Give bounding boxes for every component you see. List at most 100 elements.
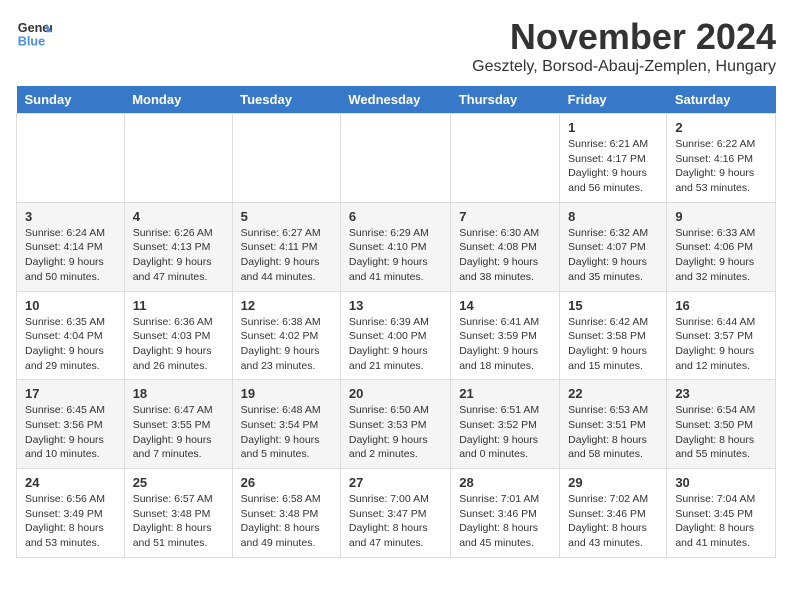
day-info: Sunrise: 6:26 AM Sunset: 4:13 PM Dayligh… [133, 226, 224, 285]
calendar-cell: 6 Sunrise: 6:29 AM Sunset: 4:10 PM Daylig… [340, 202, 450, 291]
calendar-cell: 14 Sunrise: 6:41 AM Sunset: 3:59 PM Dayli… [451, 291, 560, 380]
calendar-cell: 21 Sunrise: 6:51 AM Sunset: 3:52 PM Dayli… [451, 380, 560, 469]
day-number: 30 [675, 475, 767, 490]
day-info: Sunrise: 6:50 AM Sunset: 3:53 PM Dayligh… [349, 403, 442, 462]
day-number: 21 [459, 386, 551, 401]
day-info: Sunrise: 6:42 AM Sunset: 3:58 PM Dayligh… [568, 315, 658, 374]
day-info: Sunrise: 7:04 AM Sunset: 3:45 PM Dayligh… [675, 492, 767, 551]
calendar-cell: 23 Sunrise: 6:54 AM Sunset: 3:50 PM Dayli… [667, 380, 776, 469]
calendar-cell: 8Sunrise: 6:32 AM Sunset: 4:07 PM Daylig… [560, 202, 667, 291]
day-number: 9 [675, 209, 767, 224]
day-info: Sunrise: 7:02 AM Sunset: 3:46 PM Dayligh… [568, 492, 658, 551]
logo: General Blue [16, 16, 52, 52]
calendar-cell [232, 114, 340, 203]
calendar-cell: 27Sunrise: 7:00 AM Sunset: 3:47 PM Dayli… [340, 469, 450, 558]
calendar-cell: 30 Sunrise: 7:04 AM Sunset: 3:45 PM Dayli… [667, 469, 776, 558]
month-title: November 2024 [472, 16, 776, 58]
day-info: Sunrise: 7:00 AM Sunset: 3:47 PM Dayligh… [349, 492, 442, 551]
day-number: 23 [675, 386, 767, 401]
day-info: Sunrise: 6:30 AM Sunset: 4:08 PM Dayligh… [459, 226, 551, 285]
calendar-cell [17, 114, 125, 203]
day-info: Sunrise: 6:41 AM Sunset: 3:59 PM Dayligh… [459, 315, 551, 374]
calendar-cell: 12Sunrise: 6:38 AM Sunset: 4:02 PM Dayli… [232, 291, 340, 380]
calendar-cell: 20Sunrise: 6:50 AM Sunset: 3:53 PM Dayli… [340, 380, 450, 469]
day-number: 22 [568, 386, 658, 401]
day-of-week-header: Monday [124, 86, 232, 114]
day-info: Sunrise: 6:58 AM Sunset: 3:48 PM Dayligh… [241, 492, 332, 551]
day-number: 6 [349, 209, 442, 224]
day-info: Sunrise: 6:47 AM Sunset: 3:55 PM Dayligh… [133, 403, 224, 462]
calendar-cell: 13 Sunrise: 6:39 AM Sunset: 4:00 PM Dayli… [340, 291, 450, 380]
calendar-week-row: 17 Sunrise: 6:45 AM Sunset: 3:56 PM Dayli… [17, 380, 776, 469]
day-of-week-header: Friday [560, 86, 667, 114]
calendar-cell [124, 114, 232, 203]
day-number: 14 [459, 298, 551, 313]
calendar-cell: 2 Sunrise: 6:22 AM Sunset: 4:16 PM Daylig… [667, 114, 776, 203]
day-number: 29 [568, 475, 658, 490]
day-number: 4 [133, 209, 224, 224]
calendar-cell: 4 Sunrise: 6:26 AM Sunset: 4:13 PM Daylig… [124, 202, 232, 291]
day-number: 19 [241, 386, 332, 401]
day-info: Sunrise: 6:45 AM Sunset: 3:56 PM Dayligh… [25, 403, 116, 462]
calendar-cell: 15 Sunrise: 6:42 AM Sunset: 3:58 PM Dayli… [560, 291, 667, 380]
day-info: Sunrise: 6:39 AM Sunset: 4:00 PM Dayligh… [349, 315, 442, 374]
day-number: 7 [459, 209, 551, 224]
day-number: 5 [241, 209, 332, 224]
day-of-week-header: Thursday [451, 86, 560, 114]
day-info: Sunrise: 6:57 AM Sunset: 3:48 PM Dayligh… [133, 492, 224, 551]
day-number: 10 [25, 298, 116, 313]
calendar-cell: 18 Sunrise: 6:47 AM Sunset: 3:55 PM Dayli… [124, 380, 232, 469]
day-number: 8 [568, 209, 658, 224]
calendar-cell: 1 Sunrise: 6:21 AM Sunset: 4:17 PM Daylig… [560, 114, 667, 203]
calendar-cell: 11 Sunrise: 6:36 AM Sunset: 4:03 PM Dayli… [124, 291, 232, 380]
day-number: 3 [25, 209, 116, 224]
day-of-week-header: Saturday [667, 86, 776, 114]
location-subtitle: Gesztely, Borsod-Abauj-Zemplen, Hungary [472, 58, 776, 76]
day-number: 26 [241, 475, 332, 490]
day-number: 11 [133, 298, 224, 313]
day-of-week-header: Sunday [17, 86, 125, 114]
calendar-week-row: 3Sunrise: 6:24 AM Sunset: 4:14 PM Daylig… [17, 202, 776, 291]
day-number: 15 [568, 298, 658, 313]
calendar-cell: 19Sunrise: 6:48 AM Sunset: 3:54 PM Dayli… [232, 380, 340, 469]
day-number: 1 [568, 120, 658, 135]
day-info: Sunrise: 6:21 AM Sunset: 4:17 PM Dayligh… [568, 137, 658, 196]
page-header: General Blue November 2024 Gesztely, Bor… [16, 16, 776, 76]
day-info: Sunrise: 6:36 AM Sunset: 4:03 PM Dayligh… [133, 315, 224, 374]
day-number: 25 [133, 475, 224, 490]
calendar-cell: 3Sunrise: 6:24 AM Sunset: 4:14 PM Daylig… [17, 202, 125, 291]
day-number: 17 [25, 386, 116, 401]
calendar-cell: 7 Sunrise: 6:30 AM Sunset: 4:08 PM Daylig… [451, 202, 560, 291]
day-number: 18 [133, 386, 224, 401]
title-block: November 2024 Gesztely, Borsod-Abauj-Zem… [472, 16, 776, 76]
day-info: Sunrise: 6:44 AM Sunset: 3:57 PM Dayligh… [675, 315, 767, 374]
day-info: Sunrise: 6:53 AM Sunset: 3:51 PM Dayligh… [568, 403, 658, 462]
day-info: Sunrise: 6:22 AM Sunset: 4:16 PM Dayligh… [675, 137, 767, 196]
calendar-cell [340, 114, 450, 203]
calendar-week-row: 1 Sunrise: 6:21 AM Sunset: 4:17 PM Daylig… [17, 114, 776, 203]
calendar-week-row: 24Sunrise: 6:56 AM Sunset: 3:49 PM Dayli… [17, 469, 776, 558]
svg-text:Blue: Blue [18, 35, 45, 49]
calendar-table: SundayMondayTuesdayWednesdayThursdayFrid… [16, 86, 776, 558]
calendar-cell: 10Sunrise: 6:35 AM Sunset: 4:04 PM Dayli… [17, 291, 125, 380]
calendar-cell: 26 Sunrise: 6:58 AM Sunset: 3:48 PM Dayli… [232, 469, 340, 558]
calendar-cell: 29 Sunrise: 7:02 AM Sunset: 3:46 PM Dayli… [560, 469, 667, 558]
calendar-cell: 25 Sunrise: 6:57 AM Sunset: 3:48 PM Dayli… [124, 469, 232, 558]
calendar-cell [451, 114, 560, 203]
calendar-cell: 16Sunrise: 6:44 AM Sunset: 3:57 PM Dayli… [667, 291, 776, 380]
day-info: Sunrise: 6:29 AM Sunset: 4:10 PM Dayligh… [349, 226, 442, 285]
day-info: Sunrise: 6:51 AM Sunset: 3:52 PM Dayligh… [459, 403, 551, 462]
calendar-week-row: 10Sunrise: 6:35 AM Sunset: 4:04 PM Dayli… [17, 291, 776, 380]
day-info: Sunrise: 6:54 AM Sunset: 3:50 PM Dayligh… [675, 403, 767, 462]
calendar-cell: 9Sunrise: 6:33 AM Sunset: 4:06 PM Daylig… [667, 202, 776, 291]
day-info: Sunrise: 6:27 AM Sunset: 4:11 PM Dayligh… [241, 226, 332, 285]
day-number: 28 [459, 475, 551, 490]
day-number: 24 [25, 475, 116, 490]
logo-icon: General Blue [16, 16, 52, 52]
day-of-week-header: Wednesday [340, 86, 450, 114]
calendar-cell: 24Sunrise: 6:56 AM Sunset: 3:49 PM Dayli… [17, 469, 125, 558]
day-number: 13 [349, 298, 442, 313]
day-number: 12 [241, 298, 332, 313]
calendar-header-row: SundayMondayTuesdayWednesdayThursdayFrid… [17, 86, 776, 114]
day-number: 2 [675, 120, 767, 135]
